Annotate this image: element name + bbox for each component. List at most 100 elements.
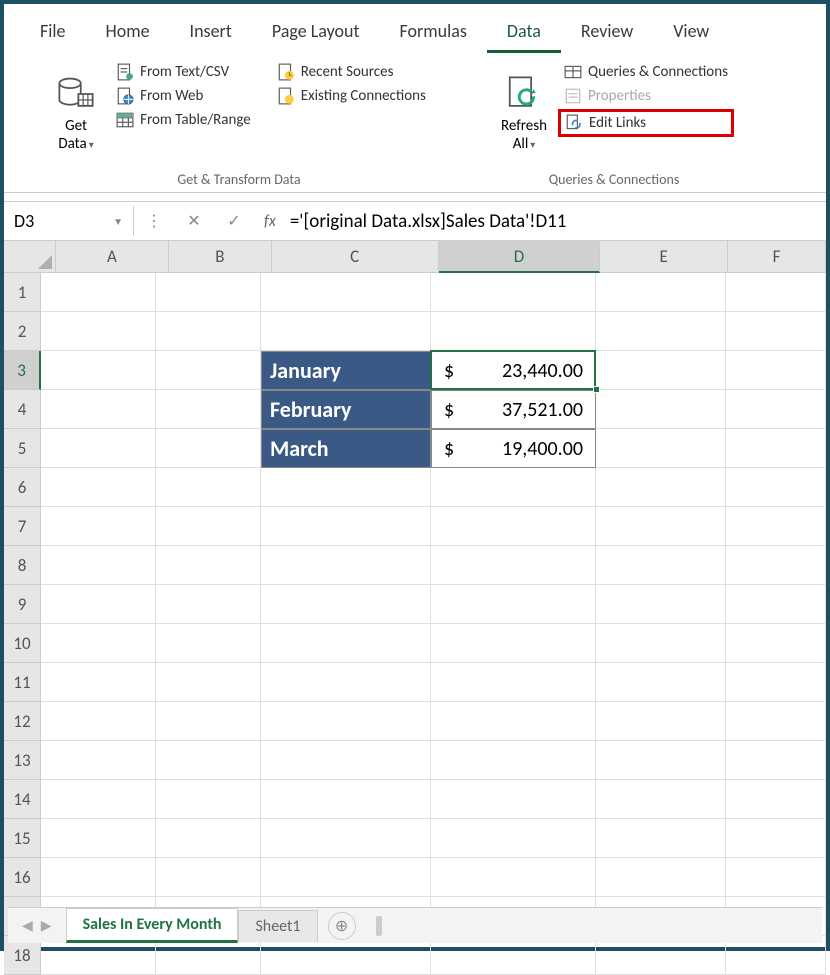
cell-D11[interactable] bbox=[431, 663, 596, 702]
cell-A5[interactable] bbox=[41, 429, 156, 468]
col-header-B[interactable]: B bbox=[169, 241, 272, 273]
cell-E4[interactable] bbox=[596, 390, 726, 429]
cell-D14[interactable] bbox=[431, 780, 596, 819]
name-box[interactable]: D3 ▼ bbox=[4, 206, 134, 236]
cell-C6[interactable] bbox=[261, 468, 431, 507]
fill-handle[interactable] bbox=[593, 386, 600, 393]
cell-A2[interactable] bbox=[41, 312, 156, 351]
cell-C14[interactable] bbox=[261, 780, 431, 819]
row-header-4[interactable]: 4 bbox=[4, 390, 41, 429]
cell-F4[interactable] bbox=[726, 390, 826, 429]
cell-A11[interactable] bbox=[41, 663, 156, 702]
cell-D4[interactable]: $37,521.00 bbox=[431, 390, 596, 429]
from-table-button[interactable]: From Table/Range bbox=[110, 109, 257, 131]
row-header-15[interactable]: 15 bbox=[4, 819, 41, 858]
cell-F14[interactable] bbox=[726, 780, 826, 819]
sheet-divider[interactable] bbox=[376, 916, 382, 936]
cell-C7[interactable] bbox=[261, 507, 431, 546]
row-header-9[interactable]: 9 bbox=[4, 585, 41, 624]
cell-E5[interactable] bbox=[596, 429, 726, 468]
cell-B3[interactable] bbox=[156, 351, 261, 390]
cell-F6[interactable] bbox=[726, 468, 826, 507]
cell-E11[interactable] bbox=[596, 663, 726, 702]
cell-B11[interactable] bbox=[156, 663, 261, 702]
existing-connections-button[interactable]: Existing Connections bbox=[271, 85, 432, 107]
cell-B5[interactable] bbox=[156, 429, 261, 468]
cell-F10[interactable] bbox=[726, 624, 826, 663]
cell-D5[interactable]: $19,400.00 bbox=[431, 429, 596, 468]
cell-D12[interactable] bbox=[431, 702, 596, 741]
cell-F16[interactable] bbox=[726, 858, 826, 897]
tab-data[interactable]: Data bbox=[487, 12, 561, 53]
cell-C2[interactable] bbox=[261, 312, 431, 351]
cell-D8[interactable] bbox=[431, 546, 596, 585]
tab-review[interactable]: Review bbox=[561, 12, 653, 53]
sheet-tab-sheet1[interactable]: Sheet1 bbox=[238, 910, 317, 942]
select-all-button[interactable] bbox=[4, 241, 56, 273]
cell-E8[interactable] bbox=[596, 546, 726, 585]
cell-E12[interactable] bbox=[596, 702, 726, 741]
cell-A13[interactable] bbox=[41, 741, 156, 780]
cell-D6[interactable] bbox=[431, 468, 596, 507]
cell-A16[interactable] bbox=[41, 858, 156, 897]
cell-E3[interactable] bbox=[596, 351, 726, 390]
formula-options-icon[interactable]: ⋮ bbox=[134, 211, 174, 231]
cell-B2[interactable] bbox=[156, 312, 261, 351]
col-header-D[interactable]: D bbox=[439, 241, 601, 273]
tab-formulas[interactable]: Formulas bbox=[380, 12, 487, 53]
col-header-E[interactable]: E bbox=[600, 241, 728, 273]
cell-F7[interactable] bbox=[726, 507, 826, 546]
cell-B6[interactable] bbox=[156, 468, 261, 507]
row-header-6[interactable]: 6 bbox=[4, 468, 41, 507]
cell-E1[interactable] bbox=[596, 273, 726, 312]
from-text-csv-button[interactable]: From Text/CSV bbox=[110, 61, 257, 83]
cell-C1[interactable] bbox=[261, 273, 431, 312]
cell-A7[interactable] bbox=[41, 507, 156, 546]
cell-D3[interactable]: $23,440.00 bbox=[431, 351, 596, 390]
cell-D10[interactable] bbox=[431, 624, 596, 663]
cell-B15[interactable] bbox=[156, 819, 261, 858]
cell-E16[interactable] bbox=[596, 858, 726, 897]
row-header-8[interactable]: 8 bbox=[4, 546, 41, 585]
cell-A15[interactable] bbox=[41, 819, 156, 858]
cell-E14[interactable] bbox=[596, 780, 726, 819]
cell-E2[interactable] bbox=[596, 312, 726, 351]
cell-A4[interactable] bbox=[41, 390, 156, 429]
row-header-2[interactable]: 2 bbox=[4, 312, 41, 351]
sheet-tab-active[interactable]: Sales In Every Month bbox=[66, 908, 239, 943]
cell-E15[interactable] bbox=[596, 819, 726, 858]
fx-icon[interactable]: fx bbox=[254, 212, 286, 231]
cell-F12[interactable] bbox=[726, 702, 826, 741]
cell-A9[interactable] bbox=[41, 585, 156, 624]
cell-A8[interactable] bbox=[41, 546, 156, 585]
cell-A14[interactable] bbox=[41, 780, 156, 819]
cell-F13[interactable] bbox=[726, 741, 826, 780]
cell-D13[interactable] bbox=[431, 741, 596, 780]
cell-E6[interactable] bbox=[596, 468, 726, 507]
tab-view[interactable]: View bbox=[653, 12, 729, 53]
cell-C8[interactable] bbox=[261, 546, 431, 585]
cell-F2[interactable] bbox=[726, 312, 826, 351]
cell-E9[interactable] bbox=[596, 585, 726, 624]
cell-D1[interactable] bbox=[431, 273, 596, 312]
sheet-nav[interactable]: ◀ ▶ bbox=[8, 917, 66, 934]
cell-B10[interactable] bbox=[156, 624, 261, 663]
enter-icon[interactable]: ✓ bbox=[214, 211, 254, 231]
cell-D2[interactable] bbox=[431, 312, 596, 351]
row-header-16[interactable]: 16 bbox=[4, 858, 41, 897]
cell-E10[interactable] bbox=[596, 624, 726, 663]
cell-C5[interactable]: March bbox=[261, 429, 431, 468]
row-header-5[interactable]: 5 bbox=[4, 429, 41, 468]
tab-page-layout[interactable]: Page Layout bbox=[252, 12, 380, 53]
cell-A12[interactable] bbox=[41, 702, 156, 741]
cell-F1[interactable] bbox=[726, 273, 826, 312]
cell-F8[interactable] bbox=[726, 546, 826, 585]
cell-B9[interactable] bbox=[156, 585, 261, 624]
cell-A6[interactable] bbox=[41, 468, 156, 507]
chevron-down-icon[interactable]: ▼ bbox=[113, 215, 123, 228]
queries-connections-button[interactable]: Queries & Connections bbox=[558, 61, 734, 83]
row-header-1[interactable]: 1 bbox=[4, 273, 41, 312]
cell-D7[interactable] bbox=[431, 507, 596, 546]
tab-home[interactable]: Home bbox=[86, 12, 170, 53]
recent-sources-button[interactable]: Recent Sources bbox=[271, 61, 432, 83]
